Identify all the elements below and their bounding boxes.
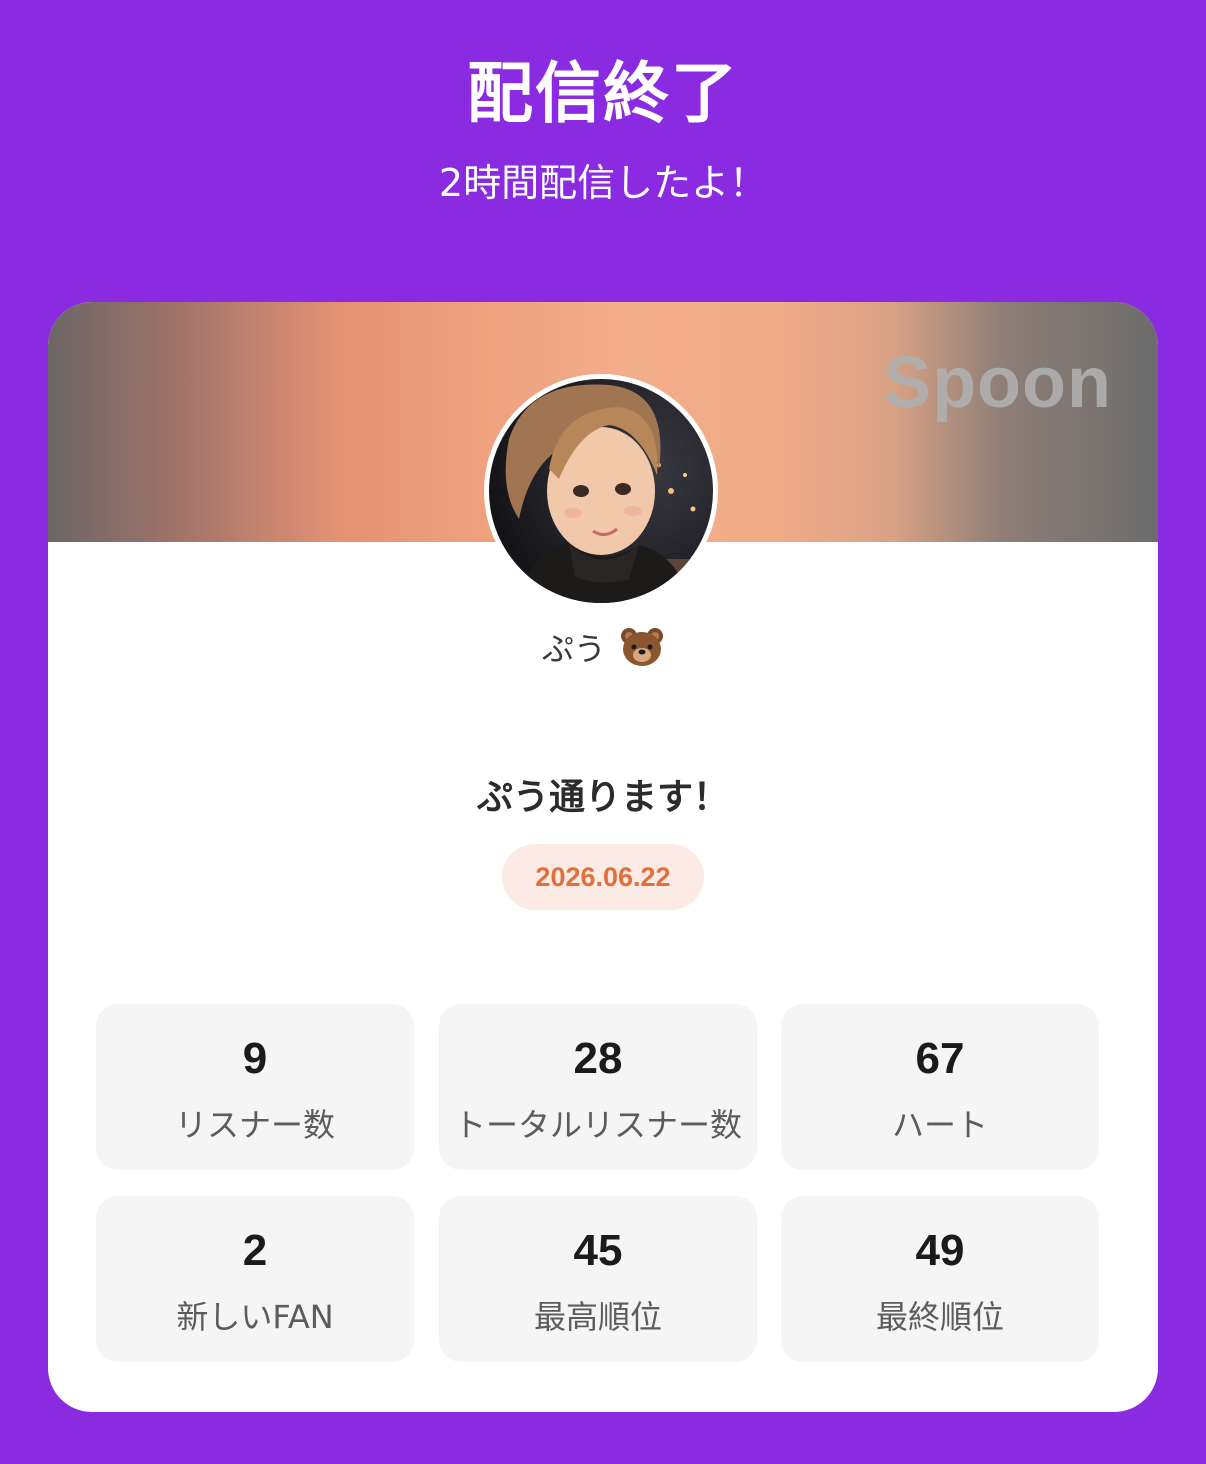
stat-label: トータルリスナー数 <box>453 1106 742 1144</box>
summary-card: Spoon ぷう ぷう通ります！ 2026.06.22 9 リスナー数 28 ト… <box>48 302 1158 1412</box>
stat-total-listeners: 28 トータルリスナー数 <box>439 1004 757 1170</box>
stat-value: 45 <box>573 1226 623 1275</box>
stat-new-fans: 2 新しいFAN <box>96 1196 414 1362</box>
stat-highest-rank: 45 最高順位 <box>439 1196 757 1362</box>
stat-hearts: 67 ハート <box>781 1004 1099 1170</box>
page-title: 配信終了 <box>467 55 739 132</box>
avatar[interactable] <box>484 374 718 608</box>
brand-logo: Spoon <box>883 343 1112 423</box>
stat-value: 9 <box>242 1034 268 1083</box>
stat-label: 最終順位 <box>875 1298 1004 1336</box>
bear-face-icon <box>620 627 664 675</box>
stat-value: 67 <box>915 1034 965 1083</box>
stat-value: 28 <box>573 1034 623 1083</box>
stat-label: 最高順位 <box>533 1298 662 1336</box>
stream-end-screen: 配信終了 2時間配信したよ！ Spoon ぷう ぷう通ります！ 2026.06.… <box>0 0 1206 1464</box>
stat-value: 49 <box>915 1226 965 1275</box>
stat-value: 2 <box>242 1226 268 1275</box>
stat-label: ハート <box>891 1106 988 1144</box>
stream-title: ぷう通ります！ <box>476 777 729 818</box>
avatar-image <box>489 379 713 603</box>
date-badge: 2026.06.22 <box>502 844 704 910</box>
stat-label: 新しいFAN <box>176 1298 334 1336</box>
stat-listeners: 9 リスナー数 <box>96 1004 414 1170</box>
stat-final-rank: 49 最終順位 <box>781 1196 1099 1362</box>
username: ぷう <box>48 624 1158 675</box>
page-subtitle: 2時間配信したよ！ <box>438 161 768 205</box>
stat-label: リスナー数 <box>174 1106 335 1144</box>
username-text: ぷう <box>541 630 606 668</box>
